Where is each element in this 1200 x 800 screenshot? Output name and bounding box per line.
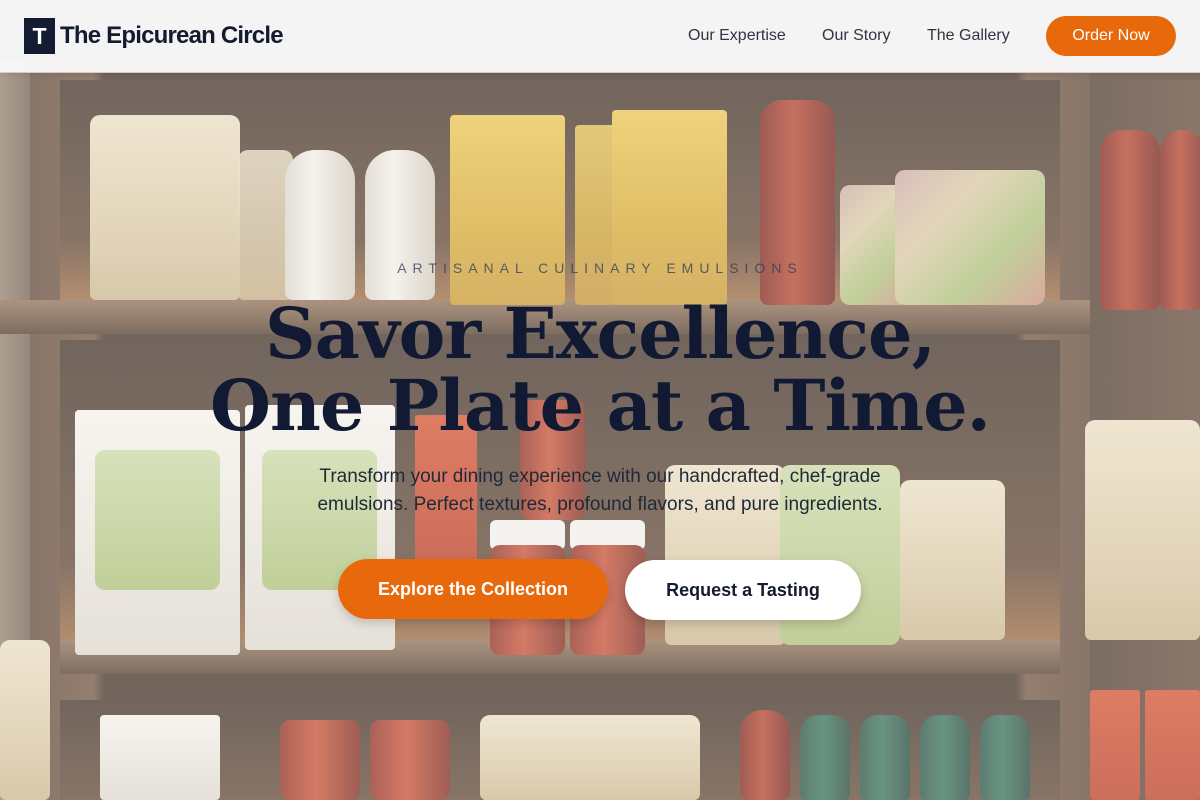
logo-icon[interactable]: T — [24, 18, 55, 54]
nav-the-gallery[interactable]: The Gallery — [927, 26, 1010, 46]
request-tasting-button[interactable]: Request a Tasting — [625, 560, 861, 620]
order-now-button[interactable]: Order Now — [1046, 16, 1176, 56]
nav-our-expertise[interactable]: Our Expertise — [688, 26, 786, 46]
explore-collection-button[interactable]: Explore the Collection — [338, 559, 608, 619]
hero-subtitle-line-2: emulsions. Perfect textures, profound fl… — [317, 494, 883, 515]
hero-subtitle-line-1: Transform your dining experience with ou… — [319, 466, 881, 487]
brand-name[interactable]: The Epicurean Circle — [60, 20, 284, 52]
hero-title-line-1: Savor Excellence, — [265, 292, 936, 375]
nav-our-story[interactable]: Our Story — [822, 26, 890, 46]
hero-title-line-2: One Plate at a Time. — [209, 364, 991, 447]
hero-eyebrow: ARTISANAL CULINARY EMULSIONS — [397, 260, 803, 276]
site-header: T The Epicurean Circle Our Expertise Our… — [0, 0, 1200, 73]
